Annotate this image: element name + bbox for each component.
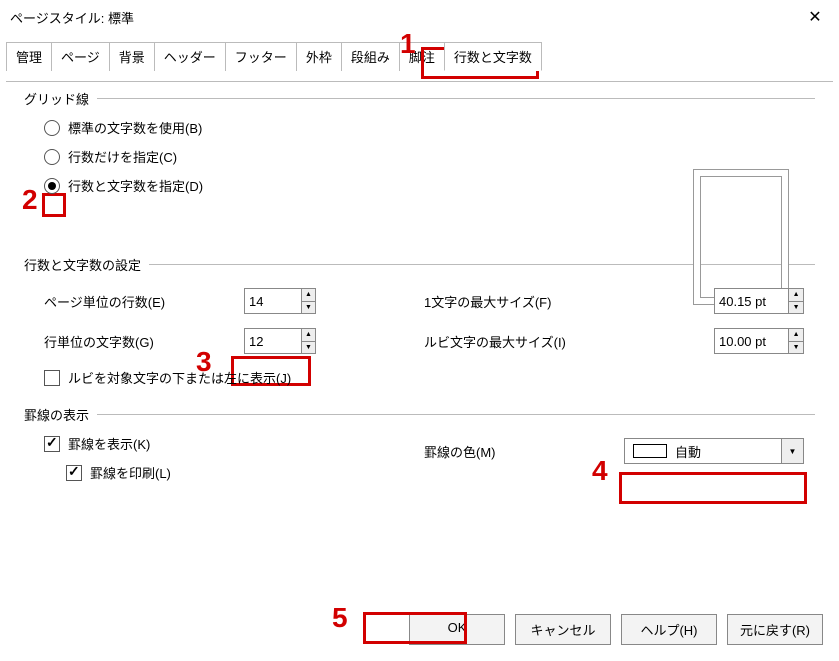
- radio-icon: [44, 149, 60, 165]
- group-settings-title: 行数と文字数の設定: [24, 255, 141, 274]
- lines-per-page-spinner[interactable]: ▲ ▼: [244, 288, 316, 314]
- lines-per-page-input[interactable]: [245, 289, 301, 313]
- ok-button[interactable]: OK: [409, 614, 505, 645]
- tab-page[interactable]: ページ: [51, 42, 110, 71]
- tab-text-grid[interactable]: 行数と文字数: [444, 42, 542, 71]
- radio-icon: [44, 178, 60, 194]
- max-char-size-input[interactable]: [715, 289, 788, 313]
- spin-up-icon[interactable]: ▲: [302, 289, 315, 302]
- ruby-below-left-checkbox[interactable]: ルビを対象文字の下または左に表示(J): [44, 368, 815, 387]
- annotation-5: 5: [332, 602, 348, 634]
- checkbox-icon: [66, 465, 82, 481]
- max-char-size-spinner[interactable]: ▲ ▼: [714, 288, 804, 314]
- color-swatch-icon: [633, 444, 667, 458]
- tab-footnote[interactable]: 脚注: [399, 42, 445, 71]
- tab-borders[interactable]: 外枠: [296, 42, 342, 71]
- spin-up-icon[interactable]: ▲: [789, 289, 803, 302]
- spin-down-icon[interactable]: ▼: [789, 342, 803, 354]
- close-icon[interactable]: ✕: [795, 2, 835, 32]
- chars-per-line-input[interactable]: [245, 329, 301, 353]
- checkbox-icon: [44, 436, 60, 452]
- group-grid-title: グリッド線: [24, 89, 89, 108]
- group-ruled: 罫線の表示 罫線を表示(K) 罫線の色(M) 自動 ▼ 罫線を印刷(L): [24, 405, 815, 482]
- radio-lines-only[interactable]: 行数だけを指定(C): [44, 147, 815, 166]
- ruby-max-size-spinner[interactable]: ▲ ▼: [714, 328, 804, 354]
- chars-per-line-spinner[interactable]: ▲ ▼: [244, 328, 316, 354]
- titlebar: ページスタイル: 標準 ✕: [0, 0, 839, 34]
- spin-down-icon[interactable]: ▼: [302, 342, 315, 354]
- dialog-buttons: OK キャンセル ヘルプ(H) 元に戻す(R): [409, 614, 823, 645]
- checkbox-icon: [44, 370, 60, 386]
- tab-header[interactable]: ヘッダー: [154, 42, 226, 71]
- group-ruled-title: 罫線の表示: [24, 405, 89, 424]
- spin-down-icon[interactable]: ▼: [302, 302, 315, 314]
- page-preview: [693, 169, 789, 305]
- spin-down-icon[interactable]: ▼: [789, 302, 803, 314]
- reset-button[interactable]: 元に戻す(R): [727, 614, 823, 645]
- chevron-down-icon: ▼: [781, 439, 803, 463]
- chars-per-line-label: 行単位の文字数(G): [44, 332, 244, 351]
- tab-columns[interactable]: 段組み: [341, 42, 400, 71]
- radio-standard-chars[interactable]: 標準の文字数を使用(B): [44, 118, 815, 137]
- tab-footer[interactable]: フッター: [225, 42, 297, 71]
- cancel-button[interactable]: キャンセル: [515, 614, 611, 645]
- tab-background[interactable]: 背景: [109, 42, 155, 71]
- window-title: ページスタイル: 標準: [10, 8, 134, 27]
- ruby-max-size-input[interactable]: [715, 329, 788, 353]
- spin-up-icon[interactable]: ▲: [789, 329, 803, 342]
- ruby-max-size-label: ルビ文字の最大サイズ(I): [424, 332, 624, 351]
- radio-icon: [44, 120, 60, 136]
- max-char-size-label: 1文字の最大サイズ(F): [424, 292, 624, 311]
- print-ruled-checkbox[interactable]: 罫線を印刷(L): [66, 463, 815, 482]
- tab-bar: 管理 ページ 背景 ヘッダー フッター 外枠 段組み 脚注 行数と文字数: [6, 42, 833, 71]
- ruled-color-label: 罫線の色(M): [424, 442, 594, 461]
- tab-organizer[interactable]: 管理: [6, 42, 52, 71]
- lines-per-page-label: ページ単位の行数(E): [44, 292, 244, 311]
- ruled-color-dropdown[interactable]: 自動 ▼: [624, 438, 804, 464]
- help-button[interactable]: ヘルプ(H): [621, 614, 717, 645]
- spin-up-icon[interactable]: ▲: [302, 329, 315, 342]
